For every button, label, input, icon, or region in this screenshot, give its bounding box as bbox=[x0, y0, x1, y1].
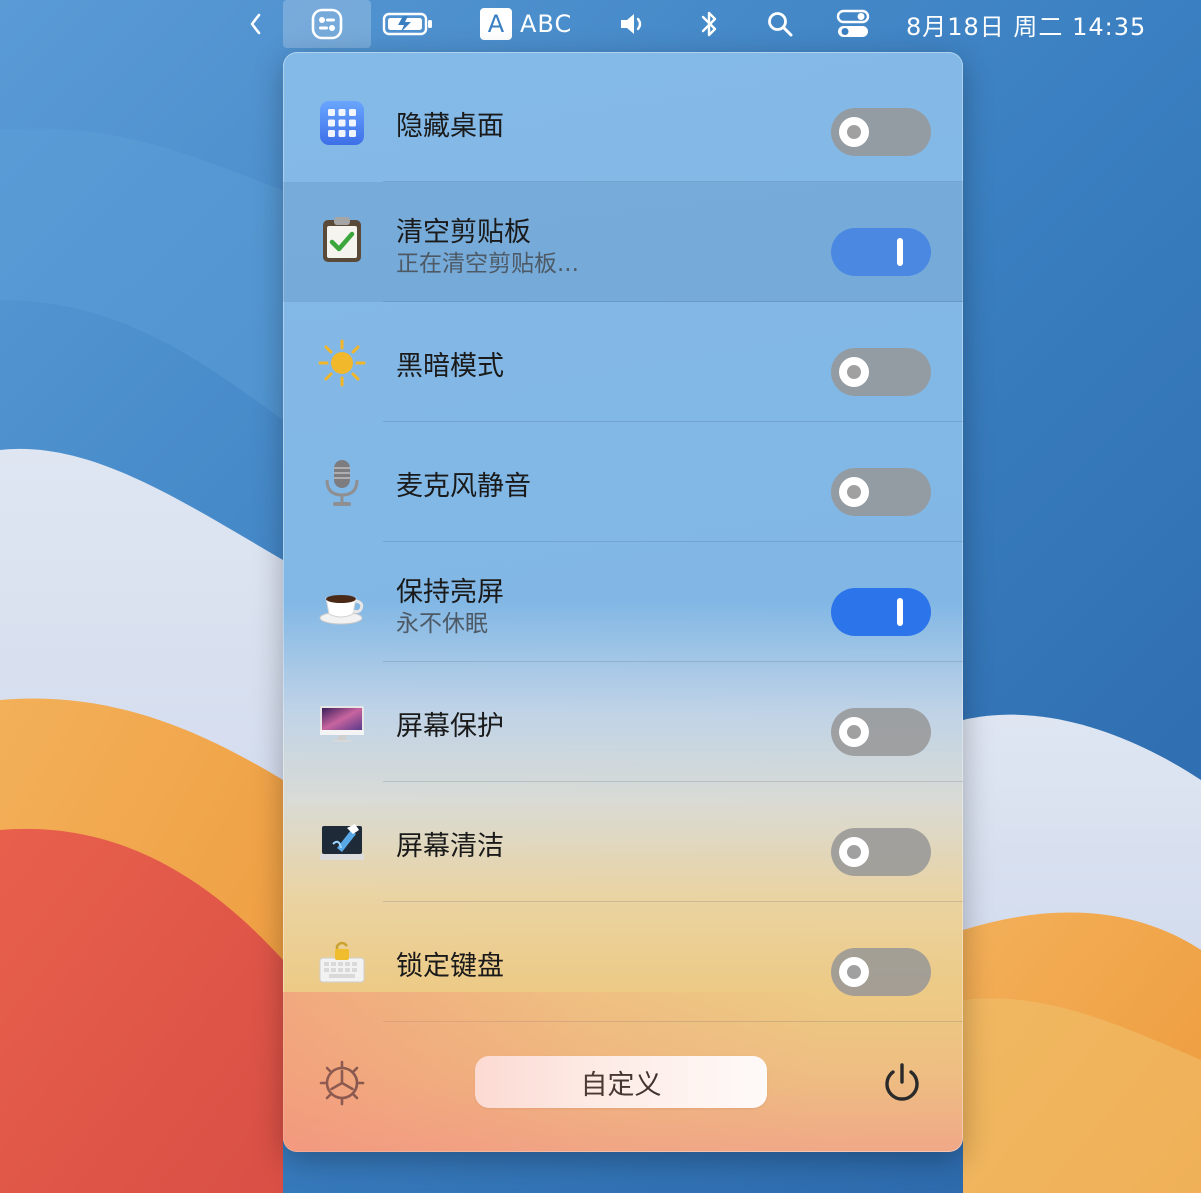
toggle-switch[interactable] bbox=[831, 228, 931, 276]
row-hide-desktop[interactable]: 隐藏桌面 bbox=[283, 62, 963, 182]
coffee-cup-icon bbox=[319, 595, 364, 625]
toggle-knob bbox=[839, 357, 869, 387]
keyboard-lock-icon bbox=[319, 941, 365, 983]
row-title: 屏幕清洁 bbox=[396, 831, 504, 862]
input-source-icon[interactable]: A bbox=[478, 0, 514, 48]
toggle-switch[interactable] bbox=[831, 468, 931, 516]
battery-icon[interactable] bbox=[380, 0, 436, 48]
chevron-left-icon[interactable] bbox=[240, 0, 272, 48]
row-subtitle: 正在清空剪贴板... bbox=[396, 251, 579, 277]
power-icon[interactable] bbox=[879, 1060, 925, 1106]
row-title: 麦克风静音 bbox=[396, 471, 531, 502]
row-dark-mode[interactable]: 黑暗模式 bbox=[283, 302, 963, 422]
row-keep-awake[interactable]: 保持亮屏 永不休眠 bbox=[283, 542, 963, 662]
toggle-switch[interactable] bbox=[831, 708, 931, 756]
row-title: 锁定键盘 bbox=[396, 951, 504, 982]
row-title: 屏幕保护 bbox=[396, 711, 504, 742]
input-source-text: ABC bbox=[520, 10, 573, 38]
volume-icon[interactable] bbox=[614, 0, 650, 48]
apps-grid-icon bbox=[320, 101, 364, 145]
toggle-knob bbox=[839, 117, 869, 147]
row-divider bbox=[383, 1021, 963, 1022]
toggle-bar bbox=[897, 238, 903, 266]
control-center-icon[interactable] bbox=[834, 0, 872, 48]
row-lock-keyboard[interactable]: 锁定键盘 bbox=[283, 902, 963, 1022]
menu-bar: A ABC 8月18日 周二 14:35 bbox=[0, 0, 1201, 48]
menubar-clock[interactable]: 8月18日 周二 14:35 bbox=[906, 0, 1166, 48]
toggle-knob bbox=[839, 717, 869, 747]
input-source-letter: A bbox=[487, 10, 505, 38]
row-mic-mute[interactable]: 麦克风静音 bbox=[283, 422, 963, 542]
clipboard-icon bbox=[323, 217, 361, 262]
app-switcher-icon[interactable] bbox=[283, 0, 371, 48]
clock-text: 8月18日 周二 14:35 bbox=[906, 12, 1147, 41]
customize-button[interactable]: 自定义 bbox=[475, 1056, 767, 1108]
microphone-icon bbox=[325, 460, 359, 506]
row-screensaver[interactable]: 屏幕保护 bbox=[283, 662, 963, 782]
row-screen-clean[interactable]: 屏幕清洁 bbox=[283, 782, 963, 902]
row-title: 隐藏桌面 bbox=[396, 111, 504, 142]
toggle-switch[interactable] bbox=[831, 108, 931, 156]
toggle-knob bbox=[839, 837, 869, 867]
row-clear-clipboard[interactable]: 清空剪贴板 正在清空剪贴板... bbox=[283, 182, 963, 302]
toggle-knob bbox=[839, 477, 869, 507]
toggle-switch[interactable] bbox=[831, 588, 931, 636]
toggle-bar bbox=[897, 598, 903, 626]
row-subtitle: 永不休眠 bbox=[396, 611, 488, 637]
row-title: 黑暗模式 bbox=[396, 351, 504, 382]
input-source-label[interactable]: ABC bbox=[520, 0, 576, 48]
toggle-switch[interactable] bbox=[831, 348, 931, 396]
monitor-icon bbox=[320, 706, 364, 742]
screen-cleaning-icon bbox=[320, 824, 364, 860]
toggle-switch[interactable] bbox=[831, 948, 931, 996]
bluetooth-icon[interactable] bbox=[694, 0, 724, 48]
quick-toggles-panel: 隐藏桌面 清空剪贴板 正在清空剪贴板... 黑暗模式 麦克风静音 保持亮屏 永不… bbox=[283, 52, 963, 1152]
toggle-switch[interactable] bbox=[831, 828, 931, 876]
gear-icon[interactable] bbox=[319, 1060, 365, 1106]
sun-icon bbox=[318, 339, 366, 387]
search-icon[interactable] bbox=[764, 0, 796, 48]
toggle-knob bbox=[839, 957, 869, 987]
